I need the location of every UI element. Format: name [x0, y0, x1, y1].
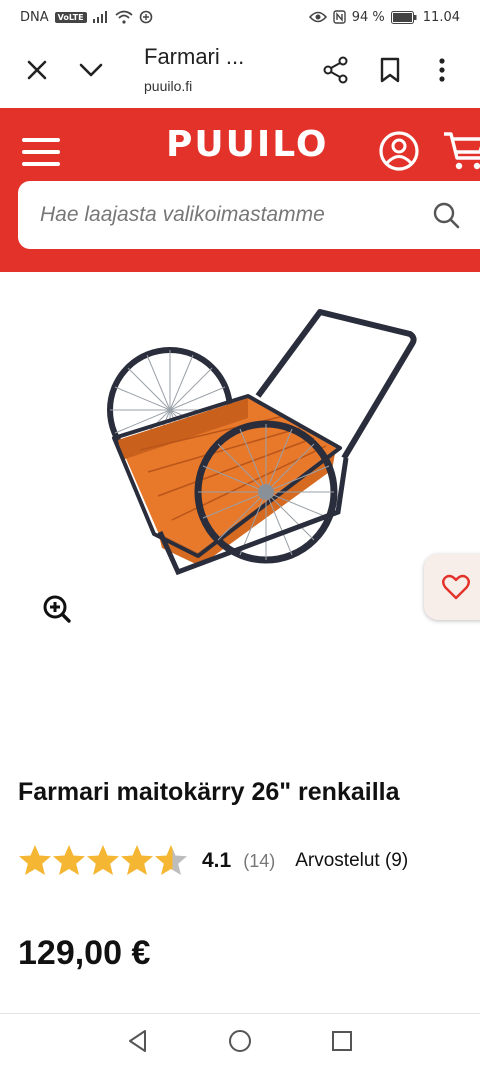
share-icon [323, 56, 348, 84]
wishlist-button[interactable] [424, 554, 480, 620]
bookmark-icon [380, 57, 400, 83]
eye-icon [308, 11, 327, 23]
star-icon [121, 845, 153, 875]
search-icon[interactable] [432, 201, 460, 229]
share-button[interactable] [316, 50, 356, 90]
star-icon [19, 845, 51, 875]
rating-value: 4.1 [202, 849, 232, 872]
star-icon [87, 845, 119, 875]
product-title: Farmari maitokärry 26" renkailla [18, 778, 400, 806]
reviews-link[interactable]: Arvostelut (9) [295, 850, 408, 872]
cart-box [112, 394, 342, 566]
puuilo-logo[interactable]: PUUILO [166, 124, 329, 165]
signal-icon [92, 11, 107, 23]
close-icon [27, 60, 47, 80]
data-saver-icon [139, 10, 152, 24]
zoom-in-icon[interactable] [42, 594, 72, 624]
browser-toolbar: Farmari ... puuilo.fi [0, 34, 480, 108]
recents-icon[interactable] [329, 1028, 355, 1054]
back-icon[interactable] [125, 1028, 151, 1054]
search-bar [18, 181, 480, 249]
more-options-button[interactable] [422, 50, 462, 90]
status-bar: DNA VoLTE 94 % 11.04 [0, 0, 480, 34]
system-nav-bar [0, 1013, 480, 1067]
star-icon [53, 845, 85, 875]
home-icon[interactable] [227, 1028, 253, 1054]
battery-icon [390, 10, 417, 24]
menu-icon[interactable] [22, 138, 60, 166]
search-input[interactable] [40, 181, 420, 249]
clock: 11.04 [422, 9, 460, 25]
expand-button[interactable] [71, 50, 111, 90]
cart-icon[interactable] [442, 128, 480, 172]
battery-percent: 94 % [351, 9, 385, 25]
product-price: 129,00 € [18, 934, 151, 972]
half-star-icon [155, 845, 187, 875]
page-url[interactable]: puuilo.fi [144, 78, 192, 94]
close-tab-button[interactable] [17, 50, 57, 90]
account-icon[interactable] [378, 130, 420, 172]
chevron-down-icon [79, 63, 103, 77]
rating-row: 4.1 (14) Arvostelut (9) [18, 843, 408, 879]
bookmark-button[interactable] [370, 50, 410, 90]
nfc-icon [333, 10, 346, 24]
site-header: PUUILO [0, 108, 480, 272]
tab-title: Farmari ... [144, 44, 245, 69]
heart-icon [442, 574, 470, 600]
wifi-icon [115, 10, 133, 24]
stars-graphic [19, 845, 187, 875]
volte-badge: VoLTE [54, 11, 87, 23]
star-rating[interactable] [18, 844, 188, 878]
rating-count: (14) [243, 850, 276, 871]
more-vert-icon [439, 58, 445, 82]
product-image[interactable] [88, 300, 428, 590]
carrier-label: DNA [20, 9, 49, 25]
